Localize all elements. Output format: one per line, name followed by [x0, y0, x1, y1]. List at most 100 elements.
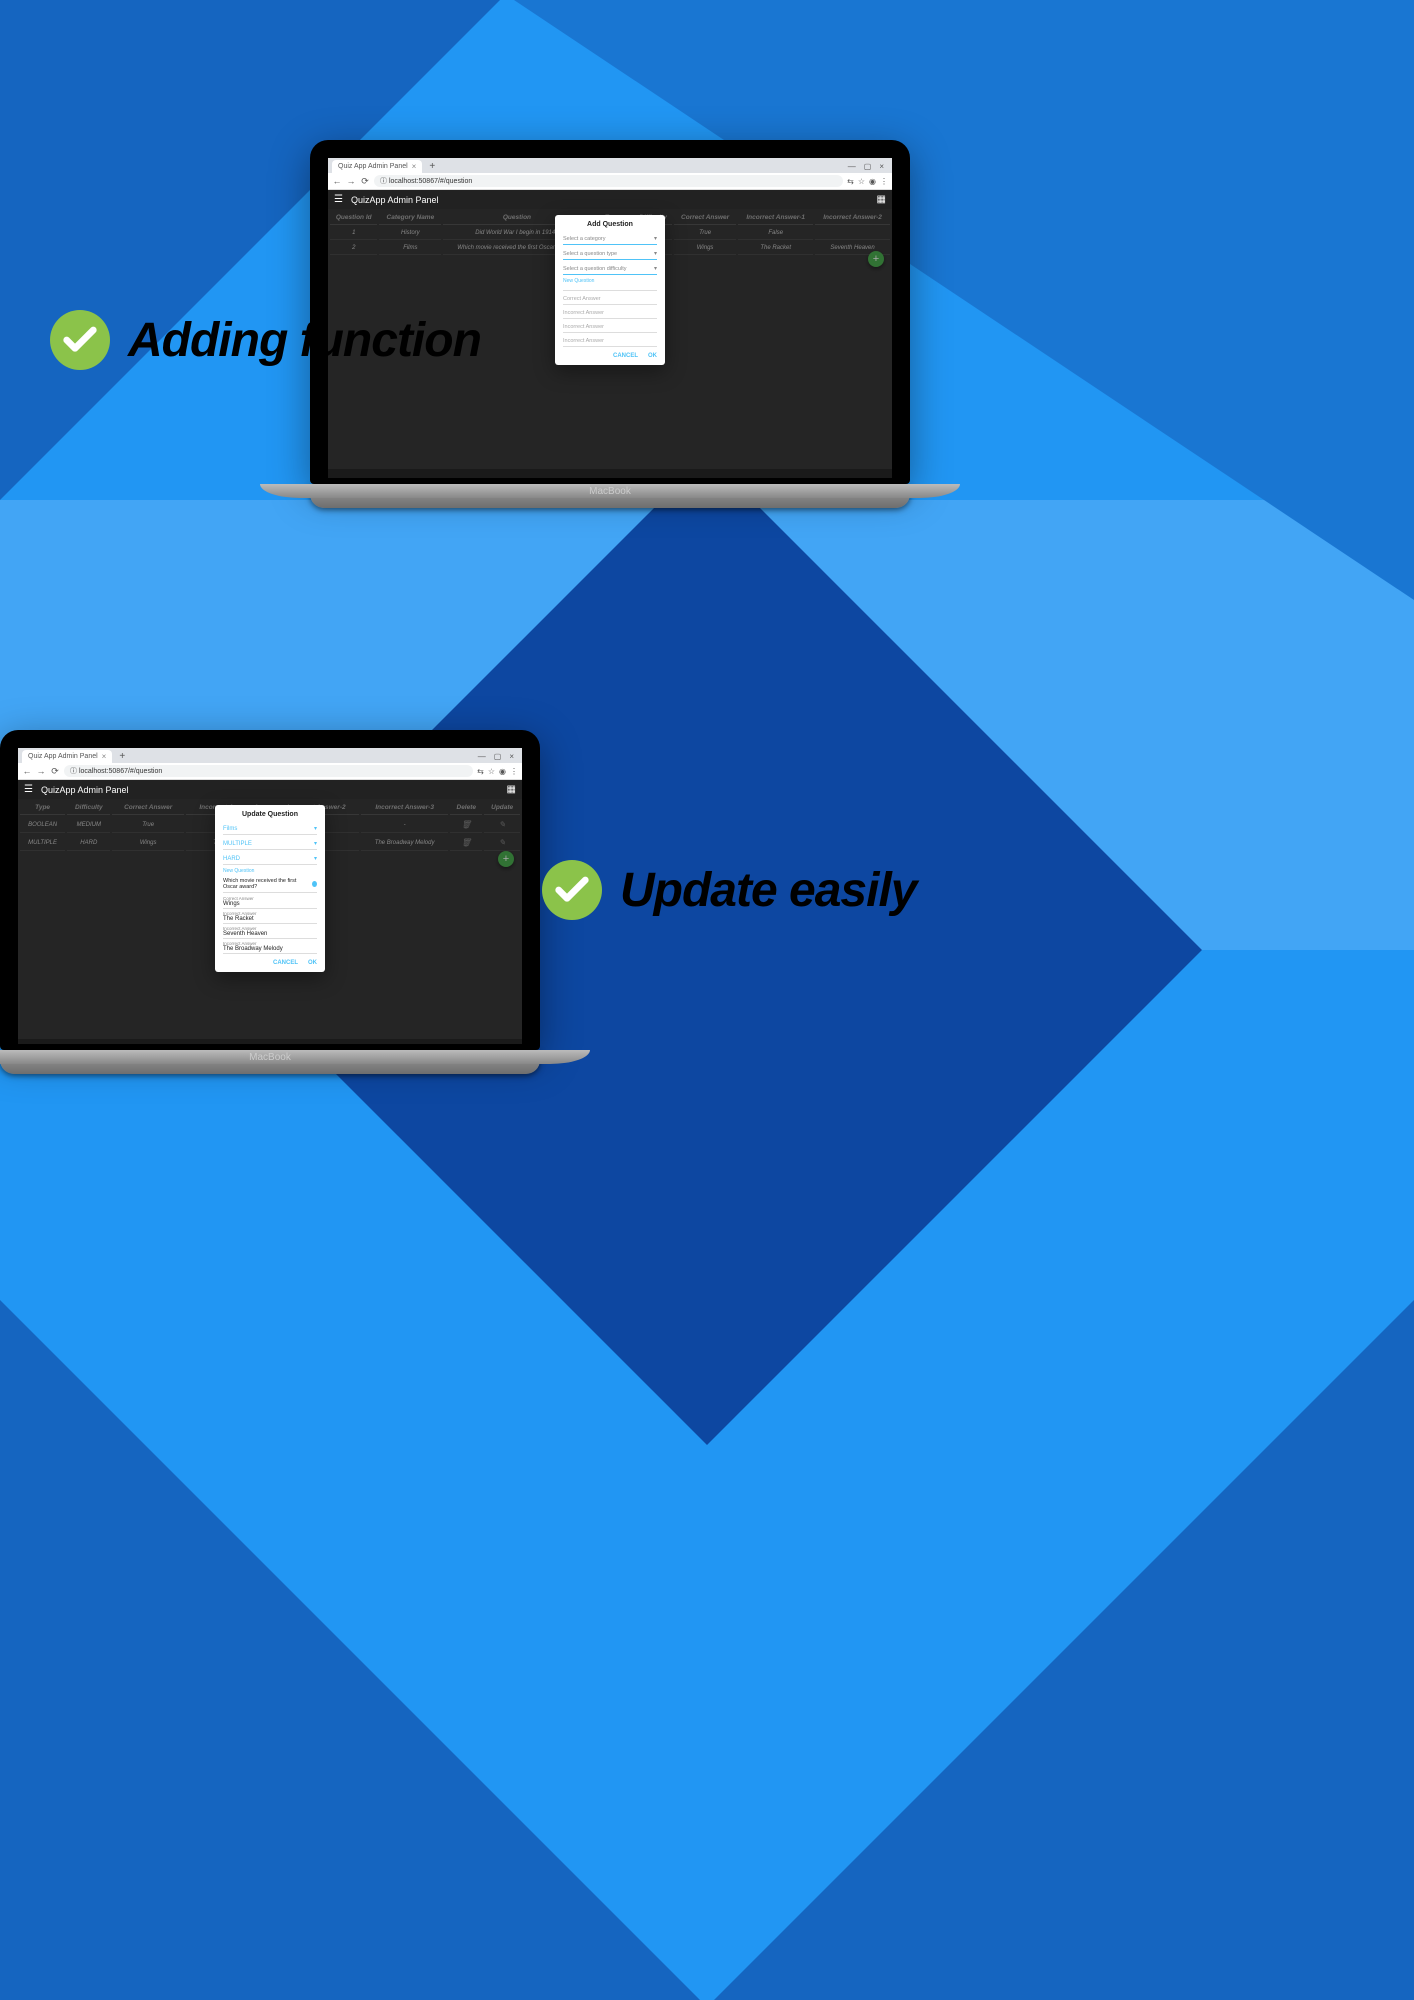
category-select[interactable]: Select a category ▾	[563, 233, 657, 245]
incorrect-answer-input[interactable]: The Broadway Melody	[223, 946, 317, 954]
menu-icon[interactable]: ⋮	[510, 767, 518, 776]
difficulty-select[interactable]: HARD ▾	[223, 853, 317, 865]
back-icon[interactable]: ←	[22, 766, 32, 776]
question-value: Which movie received the first Oscar awa…	[223, 878, 312, 890]
tab-title: Quiz App Admin Panel	[338, 163, 408, 170]
select-value: HARD	[223, 856, 240, 862]
ok-button[interactable]: OK	[648, 353, 657, 359]
chevron-down-icon: ▾	[314, 840, 317, 847]
app-header: ☰ QuizApp Admin Panel ▦	[328, 190, 892, 209]
browser-tab-row: Quiz App Admin Panel × + — ▢ ×	[328, 158, 892, 173]
category-select[interactable]: Films ▾	[223, 823, 317, 835]
macbook-label: MacBook	[0, 1050, 540, 1063]
app-header: ☰ QuizApp Admin Panel ▦	[18, 780, 522, 799]
app-body: Type Difficulty Correct Answer Incorrect…	[18, 799, 522, 1039]
new-tab-button[interactable]: +	[426, 161, 438, 172]
question-input[interactable]: Which movie received the first Oscar awa…	[223, 876, 317, 893]
placeholder: Correct Answer	[563, 296, 601, 302]
hamburger-icon[interactable]: ☰	[334, 194, 343, 205]
feature-adding: Adding function	[50, 310, 481, 370]
incorrect-answer-input[interactable]: Incorrect Answer	[563, 336, 657, 347]
modal-buttons: CANCEL OK	[563, 353, 657, 359]
url-text: localhost:50867/#/question	[79, 768, 162, 775]
reload-icon[interactable]: ⟳	[50, 766, 60, 777]
address-row: ← → ⟳ ⓘ localhost:50867/#/question ⇆ ☆ ◉…	[18, 763, 522, 780]
grid-icon[interactable]: ▦	[507, 784, 516, 795]
new-tab-button[interactable]: +	[116, 751, 128, 762]
bookmark-icon[interactable]: ☆	[488, 767, 495, 776]
question-input[interactable]	[563, 286, 657, 291]
char-indicator	[312, 881, 317, 887]
cancel-button[interactable]: CANCEL	[613, 353, 638, 359]
forward-icon[interactable]: →	[36, 766, 46, 776]
maximize-icon[interactable]: ▢	[864, 162, 872, 171]
close-icon[interactable]: ×	[879, 162, 884, 171]
modal-buttons: CANCEL OK	[223, 960, 317, 966]
placeholder: Incorrect Answer	[563, 324, 604, 330]
browser-tab-row: Quiz App Admin Panel × + — ▢ ×	[18, 748, 522, 763]
update-question-modal: Update Question Films ▾ MULTIPLE ▾ HARD …	[215, 805, 325, 972]
laptop-base: MacBook	[0, 1050, 540, 1074]
profile-icon[interactable]: ◉	[499, 767, 506, 776]
modal-overlay: Update Question Films ▾ MULTIPLE ▾ HARD …	[18, 799, 522, 1039]
ok-button[interactable]: OK	[308, 960, 317, 966]
new-question-label: New Question	[223, 868, 317, 874]
incorrect-answer-input[interactable]: The Racket	[223, 916, 317, 924]
browser-chrome: Quiz App Admin Panel × + — ▢ × ← → ⟳ ⓘ	[328, 158, 892, 190]
difficulty-select[interactable]: Select a question difficulty ▾	[563, 263, 657, 275]
correct-answer-input[interactable]: Correct Answer	[563, 294, 657, 305]
feature-adding-text: Adding function	[128, 313, 481, 368]
minimize-icon[interactable]: —	[478, 752, 486, 761]
grid-icon[interactable]: ▦	[877, 194, 886, 205]
incorrect-answer-input[interactable]: Incorrect Answer	[563, 322, 657, 333]
correct-answer-input[interactable]: Wings	[223, 901, 317, 909]
address-bar[interactable]: ⓘ localhost:50867/#/question	[374, 175, 843, 187]
chevron-down-icon: ▾	[654, 235, 657, 242]
laptop-base: MacBook	[310, 484, 910, 508]
browser-tab[interactable]: Quiz App Admin Panel ×	[22, 750, 112, 763]
minimize-icon[interactable]: —	[848, 162, 856, 171]
hamburger-icon[interactable]: ☰	[24, 784, 33, 795]
browser-tab[interactable]: Quiz App Admin Panel ×	[332, 160, 422, 173]
cancel-button[interactable]: CANCEL	[273, 960, 298, 966]
forward-icon[interactable]: →	[346, 176, 356, 186]
reload-icon[interactable]: ⟳	[360, 176, 370, 187]
select-placeholder: Select a question difficulty	[563, 266, 627, 272]
maximize-icon[interactable]: ▢	[494, 752, 502, 761]
laptop-screen: Quiz App Admin Panel × + — ▢ × ← → ⟳ ⓘ	[18, 748, 522, 1044]
chevron-down-icon: ▾	[654, 250, 657, 257]
app-title: QuizApp Admin Panel	[351, 195, 439, 205]
close-icon[interactable]: ×	[412, 162, 417, 171]
back-icon[interactable]: ←	[332, 176, 342, 186]
modal-title: Add Question	[563, 221, 657, 228]
bookmark-icon[interactable]: ☆	[858, 177, 865, 186]
macbook-label: MacBook	[310, 484, 910, 497]
close-icon[interactable]: ×	[102, 752, 107, 761]
incorrect-answer-input[interactable]: Incorrect Answer	[563, 308, 657, 319]
laptop-bezel: Quiz App Admin Panel × + — ▢ × ← → ⟳ ⓘ	[0, 730, 540, 1050]
chevron-down-icon: ▾	[314, 855, 317, 862]
type-select[interactable]: MULTIPLE ▾	[223, 838, 317, 850]
profile-icon[interactable]: ◉	[869, 177, 876, 186]
feature-update-text: Update easily	[620, 863, 916, 918]
add-question-modal: Add Question Select a category ▾ Select …	[555, 215, 665, 365]
address-row: ← → ⟳ ⓘ localhost:50867/#/question ⇆ ☆ ◉…	[328, 173, 892, 190]
close-icon[interactable]: ×	[509, 752, 514, 761]
select-placeholder: Select a question type	[563, 251, 617, 257]
select-value: MULTIPLE	[223, 841, 252, 847]
new-question-label: New Question	[563, 278, 657, 284]
select-placeholder: Select a category	[563, 236, 606, 242]
translate-icon[interactable]: ⇆	[847, 177, 854, 186]
placeholder: Incorrect Answer	[563, 338, 604, 344]
window-controls: — ▢ ×	[848, 162, 888, 171]
chevron-down-icon: ▾	[654, 265, 657, 272]
menu-icon[interactable]: ⋮	[880, 177, 888, 186]
incorrect-answer-input[interactable]: Seventh Heaven	[223, 931, 317, 939]
browser-action-icons: ⇆ ☆ ◉ ⋮	[847, 177, 888, 186]
address-bar[interactable]: ⓘ localhost:50867/#/question	[64, 765, 473, 777]
translate-icon[interactable]: ⇆	[477, 767, 484, 776]
check-icon	[542, 860, 602, 920]
url-text: localhost:50867/#/question	[389, 178, 472, 185]
chevron-down-icon: ▾	[314, 825, 317, 832]
type-select[interactable]: Select a question type ▾	[563, 248, 657, 260]
